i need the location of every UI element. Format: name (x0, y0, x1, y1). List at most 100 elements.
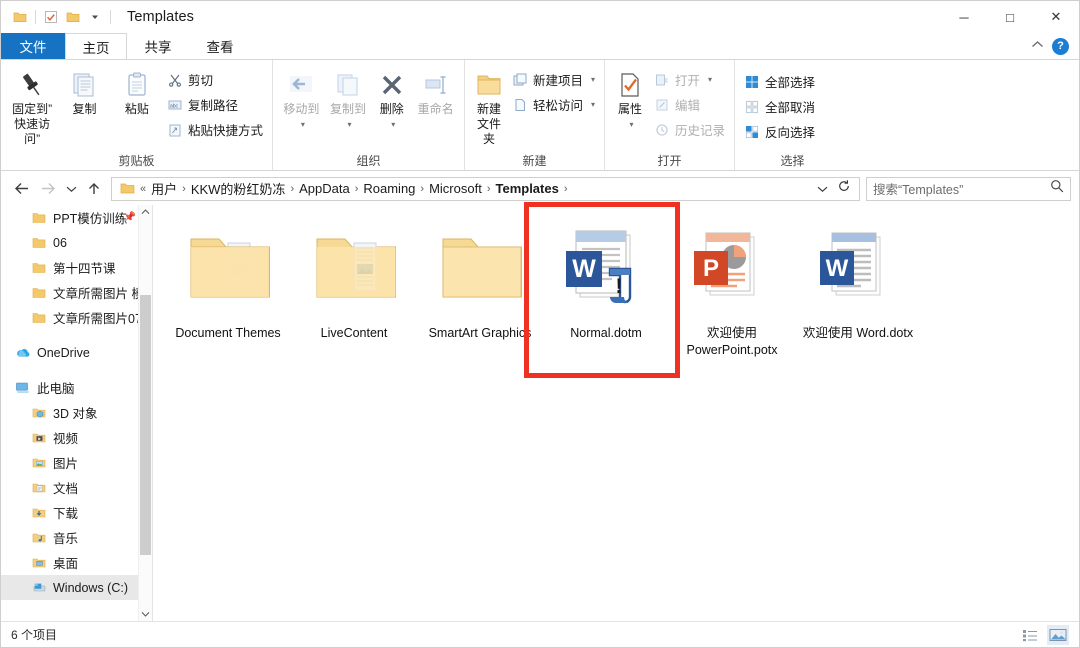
sidebar-scrollbar[interactable] (138, 205, 152, 621)
copy-button[interactable]: 复制 (59, 64, 109, 117)
checkbox-icon[interactable] (40, 6, 62, 28)
file-name: SmartArt Graphics (428, 326, 532, 340)
file-item-welcome-word[interactable]: W 欢迎使用 Word.dotx (795, 215, 921, 367)
sidebar-item-label: Windows (C:) (53, 580, 129, 595)
sidebar-item-videos[interactable]: 视频 (1, 425, 152, 450)
chevron-down-icon[interactable]: ▾ (708, 75, 712, 84)
new-folder-button[interactable]: 新建 文件夹 (471, 64, 507, 147)
scrollbar-thumb[interactable] (140, 295, 151, 555)
minimize-button[interactable]: ─ (941, 1, 987, 33)
open-icon (654, 72, 670, 88)
word-doc-icon: W (816, 229, 900, 325)
properties-button[interactable]: 属性 ▾ (611, 64, 649, 132)
file-explorer-window: Templates ─ □ ✕ 文件 主页 共享 查看 ? 固定到” 快速访问”… (0, 0, 1080, 648)
file-list-view[interactable]: Document Themes LiveContent SmartArt Gra… (153, 202, 1079, 621)
chevron-down-icon[interactable]: ▾ (591, 100, 595, 109)
file-item-livecontent[interactable]: LiveContent (291, 215, 417, 367)
chevron-down-icon[interactable]: ▾ (347, 117, 351, 132)
easy-access-button[interactable]: 轻松访问 ▾ (509, 94, 598, 115)
folder-icon (31, 285, 47, 301)
pin-to-quick-access-button[interactable]: 固定到” 快速访问” (7, 64, 57, 147)
breadcrumb-item-roaming[interactable]: Roaming (360, 181, 418, 196)
sidebar-item-pictures[interactable]: 图片 (1, 450, 152, 475)
breadcrumb-item-user[interactable]: KKW的粉红奶冻 (188, 179, 289, 198)
delete-button[interactable]: 删除 ▾ (372, 64, 411, 132)
up-button[interactable] (81, 176, 107, 202)
svg-text:!: ! (616, 275, 623, 298)
tab-file[interactable]: 文件 (1, 33, 65, 59)
chevron-down-icon[interactable] (84, 6, 106, 28)
sidebar-item-this-pc[interactable]: 此电脑 (1, 375, 152, 400)
back-button[interactable] (9, 176, 35, 202)
copy-icon (69, 68, 99, 102)
sidebar-item-documents[interactable]: 文档 (1, 475, 152, 500)
maximize-button[interactable]: □ (987, 1, 1033, 33)
invert-selection-button[interactable]: 反向选择 (741, 121, 818, 142)
paste-shortcut-icon (167, 122, 183, 138)
ribbon-group-organize: 移动到 ▾ 复制到 ▾ 删除 ▾ 重命名 组织 (273, 60, 465, 170)
search-icon[interactable] (1050, 179, 1064, 198)
scroll-down-icon[interactable] (139, 607, 152, 621)
copy-path-label: 复制路径 (187, 99, 238, 113)
chevron-down-icon[interactable]: ▾ (301, 117, 305, 132)
sidebar-item-windows-c[interactable]: Windows (C:) (1, 575, 152, 600)
edit-button[interactable]: 编辑 (651, 94, 728, 115)
history-button[interactable]: 历史记录 (651, 119, 728, 140)
sidebar-item-lesson14[interactable]: 第十四节课 (1, 255, 152, 280)
large-icons-view-icon[interactable] (1047, 624, 1069, 645)
recent-locations-button[interactable] (61, 176, 81, 202)
tab-view[interactable]: 查看 (189, 33, 251, 59)
address-dropdown-icon[interactable] (817, 180, 828, 198)
sidebar-item-music[interactable]: 音乐 (1, 525, 152, 550)
breadcrumb[interactable]: « 用户 › KKW的粉红奶冻 › AppData › Roaming › Mi… (111, 176, 860, 201)
chevron-down-icon[interactable]: ▾ (391, 117, 395, 132)
breadcrumb-item-appdata[interactable]: AppData (296, 181, 353, 196)
chevron-down-icon[interactable]: ▾ (629, 117, 633, 132)
file-item-document-themes[interactable]: Document Themes (165, 215, 291, 367)
open-button[interactable]: 打开 ▾ (651, 69, 728, 90)
sidebar-item-3d-objects[interactable]: 3D 对象 (1, 400, 152, 425)
view-mode-buttons (1019, 624, 1069, 645)
close-button[interactable]: ✕ (1033, 1, 1079, 33)
sidebar-item-downloads[interactable]: 下载 (1, 500, 152, 525)
details-view-icon[interactable] (1019, 625, 1041, 645)
forward-button[interactable] (35, 176, 61, 202)
sidebar-item-desktop[interactable]: 桌面 (1, 550, 152, 575)
new-folder-icon (474, 68, 504, 102)
select-all-button[interactable]: 全部选择 (741, 71, 818, 92)
folder-icon[interactable] (62, 6, 84, 28)
sidebar-item-article-images[interactable]: 文章所需图片 模 (1, 280, 152, 305)
sidebar-item-article-images-07[interactable]: 文章所需图片07 (1, 305, 152, 330)
folder-icon[interactable] (9, 6, 31, 28)
search-input[interactable]: 搜索“Templates” (866, 176, 1071, 201)
sidebar-item-onedrive[interactable]: OneDrive (1, 340, 152, 365)
file-item-normal-dotm[interactable]: W ! Normal.dotm (543, 215, 669, 367)
breadcrumb-item-templates[interactable]: Templates (492, 181, 561, 196)
breadcrumb-item-users[interactable]: 用户 (148, 179, 180, 198)
select-none-button[interactable]: 全部取消 (741, 96, 818, 117)
file-item-welcome-powerpoint[interactable]: P 欢迎使用 PowerPoint.potx (669, 215, 795, 367)
chevron-down-icon[interactable]: ▾ (591, 75, 595, 84)
sidebar-item-label: PPT模仿训练 (53, 212, 128, 226)
move-to-button[interactable]: 移动到 ▾ (279, 64, 324, 132)
collapse-ribbon-icon[interactable] (1031, 40, 1044, 52)
help-button[interactable]: ? (1052, 37, 1069, 55)
copy-path-button[interactable]: abc 复制路径 (164, 94, 266, 115)
copy-to-button[interactable]: 复制到 ▾ (326, 64, 371, 132)
paste-button[interactable]: 粘贴 (112, 64, 162, 117)
rename-button[interactable]: 重命名 (413, 64, 458, 117)
tab-home[interactable]: 主页 (65, 33, 127, 59)
sidebar-item-ppt-training[interactable]: PPT模仿训练 📌 (1, 205, 152, 230)
paste-shortcut-button[interactable]: 粘贴快捷方式 (164, 119, 266, 140)
file-item-smartart-graphics[interactable]: SmartArt Graphics (417, 215, 543, 367)
breadcrumb-item-microsoft[interactable]: Microsoft (426, 181, 485, 196)
breadcrumb-overflow[interactable]: « (138, 183, 148, 195)
scroll-up-icon[interactable] (139, 205, 152, 219)
new-item-button[interactable]: 新建项目 ▾ (509, 69, 598, 90)
refresh-icon[interactable] (837, 179, 851, 198)
tab-share[interactable]: 共享 (127, 33, 189, 59)
sidebar-item-06[interactable]: 06 (1, 230, 152, 255)
group-label-organize: 组织 (356, 154, 381, 168)
cut-button[interactable]: 剪切 (164, 69, 266, 90)
